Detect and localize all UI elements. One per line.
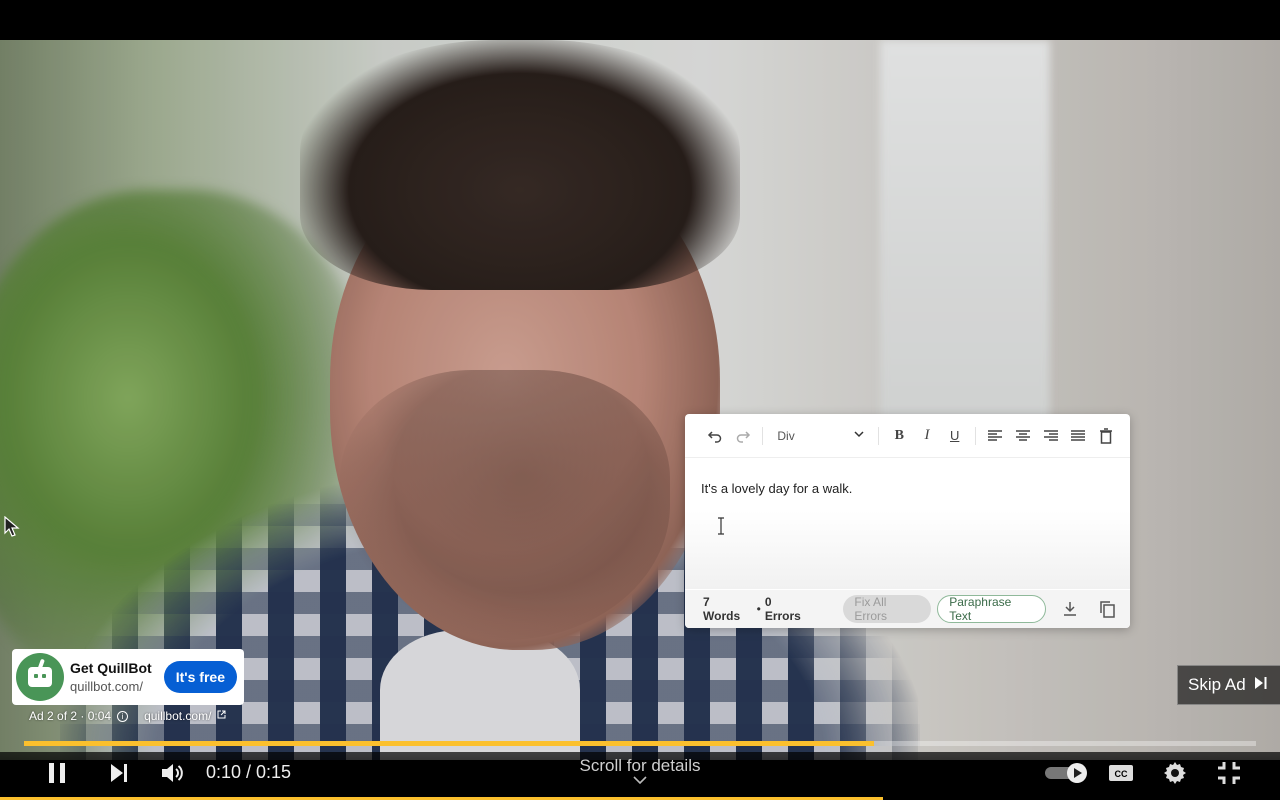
- ad-position-label: Ad 2 of 2 · 0:04: [29, 709, 112, 723]
- trash-icon: [1092, 422, 1120, 450]
- player-controls: 0:10 / 0:15 Scroll for details CC: [0, 752, 1280, 800]
- skip-next-icon: [1254, 675, 1268, 695]
- volume-icon[interactable]: [160, 752, 186, 794]
- logo-eye: [34, 674, 38, 678]
- italic-icon: I: [924, 427, 930, 443]
- ad-text-editor: Div B I U It's a lovely day for a walk. …: [685, 414, 1130, 628]
- editor-toolbar: Div B I U: [685, 414, 1130, 458]
- fix-all-errors-button: Fix All Errors: [843, 595, 932, 623]
- editor-body: It's a lovely day for a walk.: [685, 459, 1130, 589]
- editor-footer: 7 Words • 0 Errors Fix All Errors Paraph…: [685, 590, 1130, 628]
- mouse-pointer-icon: [4, 516, 20, 537]
- advertiser-name[interactable]: Get QuillBot: [70, 660, 164, 676]
- align-right-icon: [1037, 422, 1065, 450]
- video-player[interactable]: Div B I U It's a lovely day for a walk. …: [0, 0, 1280, 800]
- toolbar-divider: [974, 426, 976, 445]
- skip-ad-button[interactable]: Skip Ad: [1177, 665, 1280, 705]
- autoplay-toggle-icon[interactable]: [1044, 752, 1090, 794]
- bold-icon: B: [894, 427, 904, 443]
- chevron-down-icon: [854, 429, 864, 442]
- time-display: 0:10 / 0:15: [206, 762, 292, 782]
- download-icon: [1058, 596, 1083, 622]
- top-black-bar: [0, 0, 1280, 40]
- error-count: 0 Errors: [764, 595, 801, 623]
- paraphrase-text-button: Paraphrase Text: [937, 595, 1046, 623]
- word-count: 7 Words: [703, 595, 741, 623]
- svg-text:CC: CC: [1115, 769, 1128, 779]
- advertiser-url[interactable]: quillbot.com/: [70, 679, 164, 694]
- underline-icon: U: [949, 428, 960, 443]
- ad-cta-button[interactable]: It's free: [163, 661, 237, 693]
- text-cursor-icon: [718, 517, 724, 535]
- toolbar-divider: [762, 426, 764, 445]
- progress-bar-fill: [24, 741, 875, 746]
- undo-icon: [701, 422, 729, 450]
- scroll-for-details[interactable]: Scroll for details: [540, 756, 740, 787]
- format-select-value: Div: [777, 428, 795, 443]
- ad-card[interactable]: Get QuillBot quillbot.com/ It's free: [12, 649, 244, 705]
- ad-card-text[interactable]: Get QuillBot quillbot.com/: [70, 660, 164, 694]
- format-select: Div: [769, 422, 868, 450]
- copy-icon: [1095, 596, 1120, 622]
- ad-info-line: Ad 2 of 2 · 0:04 i quillbot.com/: [29, 709, 226, 723]
- progress-bar[interactable]: [24, 741, 1256, 746]
- pause-icon[interactable]: [46, 752, 68, 794]
- quillbot-logo[interactable]: [16, 653, 64, 701]
- toolbar-divider: [878, 426, 880, 445]
- redo-icon: [729, 422, 757, 450]
- external-link-icon[interactable]: [217, 710, 226, 722]
- logo-eye: [42, 674, 46, 678]
- captions-icon[interactable]: CC: [1108, 752, 1134, 794]
- align-left-icon: [982, 422, 1010, 450]
- info-icon[interactable]: i: [117, 710, 129, 722]
- skip-ad-label: Skip Ad: [1188, 675, 1246, 694]
- settings-icon[interactable]: [1162, 752, 1188, 794]
- editor-text: It's a lovely day for a walk.: [701, 481, 853, 496]
- exit-fullscreen-icon[interactable]: [1216, 752, 1242, 794]
- stat-separator: •: [756, 602, 761, 616]
- next-icon[interactable]: [108, 752, 130, 794]
- align-center-icon: [1009, 422, 1037, 450]
- chevron-down-icon: [540, 773, 740, 787]
- ad-link[interactable]: quillbot.com/: [144, 709, 211, 723]
- align-justify-icon: [1065, 422, 1093, 450]
